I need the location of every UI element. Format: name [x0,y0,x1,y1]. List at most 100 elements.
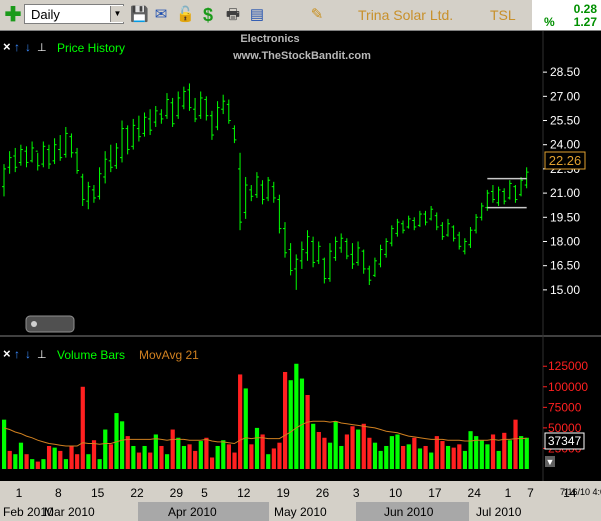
price-bar [63,126,68,158]
date-tick-label: 5 [201,486,208,500]
pin-icon[interactable]: ⊥ [37,42,47,54]
price-bar [490,185,495,203]
close-volume-panel-icon[interactable]: × [3,346,11,361]
lock-icon[interactable]: 🔓 [176,6,195,24]
volume-bar [316,432,321,469]
volume-bar [86,454,91,469]
volume-tick-label: 100000 [548,380,588,394]
volume-bar [462,450,468,469]
volume-bar [339,445,344,469]
price-bar [232,125,237,144]
price-bar [181,86,186,110]
price-bar [159,109,164,124]
volume-bar [232,452,237,469]
volume-bar [451,447,456,469]
price-bar [46,144,51,169]
price-tick-label: 15.00 [550,283,580,297]
price-bar [367,265,372,286]
price-bar [462,238,467,255]
volume-bar [305,395,310,469]
month-label-jul: Jul 2010 [476,505,522,519]
price-bars [2,83,529,290]
volume-bar [13,454,18,469]
volume-bar [170,429,175,469]
volume-bar [226,444,231,469]
volume-bar [159,445,164,469]
date-tick-label: 1 [16,486,23,500]
volume-move-up-icon[interactable]: ↑ [14,347,20,361]
price-bar [187,83,192,111]
price-bar [176,91,181,119]
date-tick-label: 8 [55,486,62,500]
volume-bars [2,363,529,469]
volume-bar [209,457,215,469]
price-bar [429,206,434,221]
price-bar [434,212,439,231]
price-bar [7,151,12,174]
volume-bar [91,440,97,469]
save-icon[interactable]: 💾 [130,6,149,24]
date-tick-label: 19 [276,486,290,500]
volume-tick-label: 125000 [548,359,588,373]
volume-bar [406,444,411,469]
volume-bar [468,431,473,469]
date-tick-label: 7 [527,486,534,500]
price-bar [372,257,377,277]
date-tick-label: 26 [316,486,330,500]
volume-bar [327,442,333,469]
price-bar [417,210,422,227]
dropdown-arrow-icon[interactable]: ▼ [110,6,124,22]
price-bar [13,147,18,173]
volume-bar [103,429,108,469]
volume-bar [215,445,220,469]
price-tick-label: 24.00 [550,138,580,152]
price-bar [271,181,276,203]
volume-bar [153,434,158,469]
pencil-icon[interactable]: ✎ [308,6,326,24]
price-bar [356,241,361,266]
price-bar [350,243,355,269]
volume-bar [260,434,265,469]
date-tick-label: 17 [428,486,442,500]
sector-label: Electronics [240,33,299,45]
volume-bar [204,437,209,469]
volume-pin-icon[interactable]: ⊥ [37,349,47,361]
price-bar [384,238,389,258]
move-down-icon[interactable]: ↓ [25,40,31,54]
move-up-icon[interactable]: ↑ [14,40,20,54]
interval-select[interactable]: Daily ▼ [24,4,124,24]
volume-bar [41,459,46,469]
price-bar [30,141,35,163]
close-panel-icon[interactable]: × [3,39,11,54]
ticker-symbol: TSL [490,7,516,23]
month-bar: Feb 2010 Mar 2010 Apr 2010 May 2010 Jun … [0,502,601,521]
price-bar [164,93,169,119]
volume-bar [75,454,80,469]
price-bar [294,254,299,290]
price-bar [457,231,462,250]
price-bar [148,109,153,136]
month-label-mar: Mar 2010 [44,505,95,519]
last-price-label: 22.26 [549,153,582,168]
dollar-icon[interactable]: $ [199,6,217,24]
price-axis: 28.5027.0025.5024.0022.5021.0019.5018.00… [543,65,580,297]
volume-bar [198,441,203,469]
price-bar [97,167,102,200]
price-bar [277,194,282,234]
date-tick-label: 12 [237,486,251,500]
price-bar [170,97,175,127]
volume-bar [412,437,417,469]
volume-bar [35,461,40,469]
volume-move-down-icon[interactable]: ↓ [25,347,31,361]
print-icon[interactable]: 🖶 [224,6,242,24]
email-icon[interactable]: ✉ [152,6,170,24]
price-bar [131,118,136,150]
price-bar [2,164,6,197]
volume-bar [266,454,271,469]
price-bar [58,135,63,161]
month-label-apr: Apr 2010 [168,505,217,519]
volume-bar [243,388,248,469]
window-icon[interactable]: ▤ [248,6,266,24]
add-chart-icon[interactable]: ✚ [4,5,22,25]
volume-bar [181,445,187,469]
